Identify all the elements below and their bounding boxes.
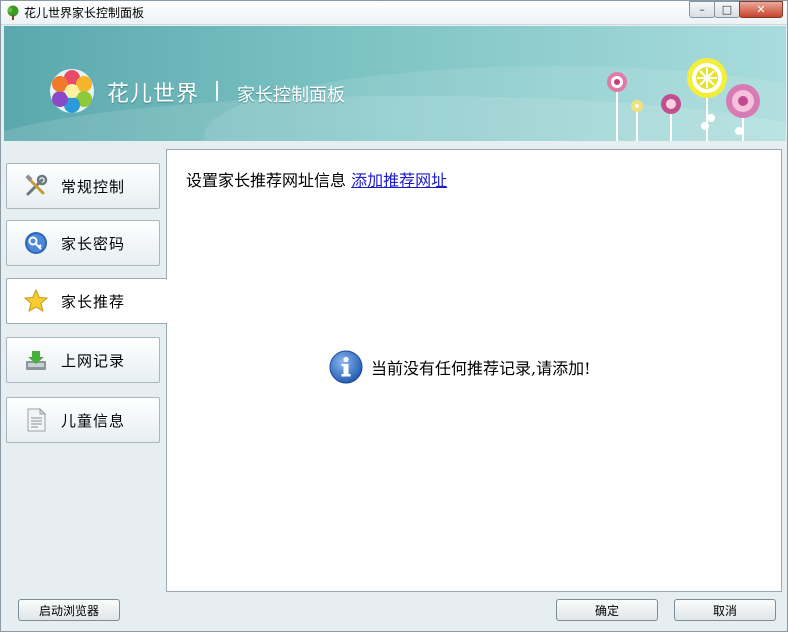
document-icon (27, 407, 47, 432)
flower-logo-icon (50, 69, 94, 113)
section-heading: 设置家长推荐网址信息 添加推荐网址 (186, 167, 447, 191)
tools-icon (25, 174, 48, 196)
heading-text: 设置家长推荐网址信息 (186, 171, 347, 190)
window-controls: – □ ✕ (689, 1, 783, 19)
sidebar-item-parent-recommend[interactable]: 家长推荐 (6, 278, 167, 324)
sidebar-item-label: 家长密码 (61, 234, 126, 253)
sidebar-item-general-control[interactable]: 常规控制 (6, 163, 160, 209)
launch-browser-button[interactable]: 启动浏览器 (18, 599, 120, 621)
flowers-illustration (607, 58, 760, 141)
minimize-button[interactable]: – (689, 1, 715, 18)
empty-state: 当前没有任何推荐记录,请添加! (329, 350, 591, 384)
close-button[interactable]: ✕ (739, 1, 783, 18)
empty-message: 当前没有任何推荐记录,请添加! (371, 359, 591, 378)
sidebar-item-parent-password[interactable]: 家长密码 (6, 220, 160, 266)
sidebar-item-label: 常规控制 (61, 177, 126, 196)
cancel-button[interactable]: 取消 (674, 599, 776, 621)
app-window: 花儿世界家长控制面板 – □ ✕ 花儿世界 家长控制面板 常规控制 家长密码 家… (0, 0, 788, 632)
maximize-button[interactable]: □ (714, 1, 740, 18)
key-icon (25, 232, 47, 254)
header-banner: 花儿世界 家长控制面板 (4, 26, 786, 141)
star-icon (23, 288, 49, 313)
brand-name: 花儿世界 (107, 82, 200, 107)
title-bar[interactable]: 花儿世界家长控制面板 – □ ✕ (1, 1, 787, 25)
content-panel: 设置家长推荐网址信息 添加推荐网址 当前没有任何推荐记录,请添加! (166, 149, 782, 592)
sidebar-item-child-info[interactable]: 儿童信息 (6, 397, 160, 443)
add-recommend-url-link[interactable]: 添加推荐网址 (351, 171, 447, 190)
banner-subtitle: 家长控制面板 (237, 85, 345, 106)
ok-button[interactable]: 确定 (556, 599, 658, 621)
tree-app-icon (7, 5, 19, 20)
brand-divider (216, 81, 218, 101)
sidebar-item-browsing-history[interactable]: 上网记录 (6, 337, 160, 383)
download-tray-icon (26, 351, 46, 370)
sidebar-item-label: 儿童信息 (61, 411, 126, 430)
info-icon (329, 350, 363, 384)
window-title: 花儿世界家长控制面板 (24, 6, 145, 20)
sidebar-item-label: 家长推荐 (61, 292, 126, 311)
sidebar-item-label: 上网记录 (61, 351, 126, 370)
